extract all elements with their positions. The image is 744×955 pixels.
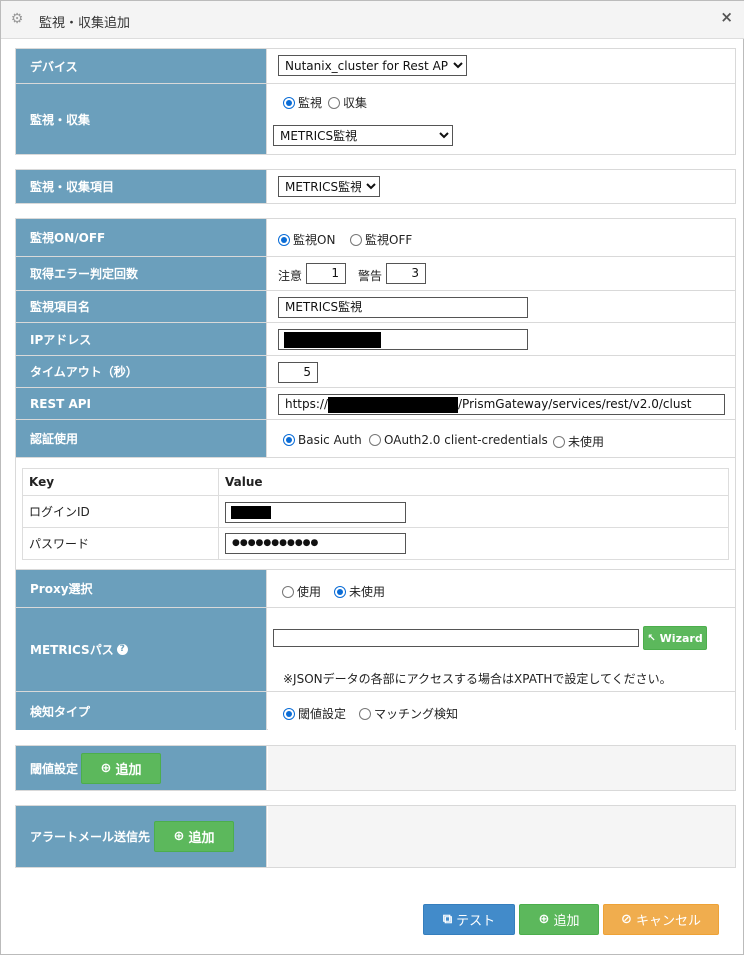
alert-mail-label: アラートメール送信先 ⊕ 追加 <box>16 806 267 867</box>
device-row: デバイス Nutanix_cluster for Rest API <box>16 49 735 84</box>
device-section: デバイス Nutanix_cluster for Rest API 監視・収集 … <box>15 48 736 155</box>
warning-label: 警告 <box>358 269 383 283</box>
device-label: デバイス <box>16 49 267 83</box>
table-row: ログインID <box>22 495 729 528</box>
test-button[interactable]: ⧉ テスト <box>423 904 515 935</box>
add-button[interactable]: ⊕ 追加 <box>519 904 599 935</box>
ban-icon: ⊘ <box>621 912 632 927</box>
radio-auth-none[interactable]: 未使用 <box>553 433 604 450</box>
error-count-row: 取得エラー判定回数 注意 1 警告 3 <box>16 257 735 291</box>
item-label: 監視・収集項目 <box>16 170 267 203</box>
alert-mail-section: アラートメール送信先 ⊕ 追加 <box>15 805 736 868</box>
wizard-button[interactable]: ↖ Wizard <box>643 626 707 650</box>
radio-threshold[interactable]: 閾値設定 <box>283 705 346 722</box>
radio-on[interactable]: 監視ON <box>278 231 335 248</box>
add-alert-mail-button[interactable]: ⊕ 追加 <box>154 821 234 852</box>
proxy-label: Proxy選択 <box>16 570 267 607</box>
redacted-login <box>231 506 271 519</box>
timeout-label: タイムアウト（秒） <box>16 356 267 387</box>
detect-type-label: 検知タイプ <box>16 692 267 730</box>
login-id-key: ログインID <box>22 495 219 528</box>
auth-label: 認証使用 <box>16 420 267 457</box>
credentials-row: Key Value ログインID パスワード ●●●●●●●●●●● <box>16 458 735 570</box>
add-threshold-button[interactable]: ⊕ 追加 <box>81 753 161 784</box>
item-name-input[interactable]: METRICS監視 <box>278 297 528 318</box>
item-row: 監視・収集項目 METRICS監視 <box>16 170 735 203</box>
monitor-type-select[interactable]: METRICS監視 <box>273 125 453 146</box>
metrics-path-note: ※JSONデータの各部にアクセスする場合はXPATHで設定してください。 <box>283 672 672 686</box>
redacted-host <box>328 396 459 413</box>
threshold-label: 閾値設定 ⊕ 追加 <box>16 746 267 790</box>
radio-matching[interactable]: マッチング検知 <box>359 705 458 722</box>
column-value: Value <box>218 468 729 496</box>
login-id-input[interactable] <box>225 502 406 523</box>
device-select[interactable]: Nutanix_cluster for Rest API <box>278 55 467 76</box>
proxy-row: Proxy選択 使用 未使用 <box>16 570 735 608</box>
question-circle-icon[interactable]: ? <box>116 644 128 655</box>
item-section: 監視・収集項目 METRICS監視 <box>15 169 736 204</box>
monitor-collect-row: 監視・収集 監視 収集 METRICS監視 <box>16 84 735 154</box>
settings-section: 監視ON/OFF 監視ON 監視OFF 取得エラー判定回数 注意 1 警告 3 … <box>15 218 736 730</box>
monitor-collect-label: 監視・収集 <box>16 84 267 154</box>
wand-icon: ↖ <box>647 632 656 644</box>
password-key: パスワード <box>22 527 219 560</box>
caution-label: 注意 <box>278 269 303 283</box>
auth-row: 認証使用 Basic Auth OAuth2.0 client-credenti… <box>16 420 735 458</box>
item-name-row: 監視項目名 METRICS監視 <box>16 291 735 323</box>
rest-api-row: REST API https:///PrismGateway/services/… <box>16 388 735 420</box>
sitemap-icon: ⧉ <box>442 912 453 927</box>
close-icon[interactable]: × <box>720 8 733 26</box>
radio-oauth[interactable]: OAuth2.0 client-credentials <box>369 433 548 447</box>
error-count-label: 取得エラー判定回数 <box>16 257 267 290</box>
plus-circle-icon: ⊕ <box>538 912 550 927</box>
radio-basic-auth[interactable]: Basic Auth <box>283 433 362 447</box>
onoff-row: 監視ON/OFF 監視ON 監視OFF <box>16 219 735 257</box>
ip-row: IPアドレス <box>16 323 735 356</box>
detect-type-row: 検知タイプ 閾値設定 マッチング検知 <box>16 692 735 730</box>
radio-proxy-use[interactable]: 使用 <box>282 583 321 600</box>
timeout-row: タイムアウト（秒） 5 <box>16 356 735 388</box>
dialog-titlebar: ⚙ 監視・収集追加 × <box>1 1 744 39</box>
radio-off[interactable]: 監視OFF <box>350 231 412 248</box>
ip-label: IPアドレス <box>16 323 267 355</box>
item-name-label: 監視項目名 <box>16 291 267 322</box>
timeout-input[interactable]: 5 <box>278 362 318 383</box>
ip-input[interactable] <box>278 329 528 350</box>
metrics-path-label: METRICSパス ? <box>16 608 267 691</box>
rest-api-input[interactable]: https:///PrismGateway/services/rest/v2.0… <box>278 394 725 415</box>
metrics-path-row: METRICSパス ? ↖ Wizard ※JSONデータの各部にアクセスする場合… <box>16 608 735 692</box>
metrics-path-input[interactable] <box>273 629 639 647</box>
alert-mail-row: アラートメール送信先 ⊕ 追加 <box>16 806 735 867</box>
radio-proxy-none[interactable]: 未使用 <box>334 583 385 600</box>
gear-icon: ⚙ <box>10 11 24 27</box>
radio-monitor[interactable]: 監視 <box>283 94 322 111</box>
plus-circle-icon: ⊕ <box>100 761 112 776</box>
item-select[interactable]: METRICS監視 <box>278 176 380 197</box>
dialog-title: 監視・収集追加 <box>39 16 131 31</box>
caution-input[interactable]: 1 <box>306 263 346 284</box>
table-row: パスワード ●●●●●●●●●●● <box>22 527 729 560</box>
redacted-ip <box>284 331 381 348</box>
threshold-row: 閾値設定 ⊕ 追加 <box>16 746 735 790</box>
plus-circle-icon: ⊕ <box>173 829 185 844</box>
threshold-section: 閾値設定 ⊕ 追加 <box>15 745 736 791</box>
column-key: Key <box>22 468 219 496</box>
password-input[interactable]: ●●●●●●●●●●● <box>225 533 406 554</box>
radio-collect[interactable]: 収集 <box>328 94 367 111</box>
cancel-button[interactable]: ⊘ キャンセル <box>603 904 719 935</box>
onoff-label: 監視ON/OFF <box>16 219 267 256</box>
warning-input[interactable]: 3 <box>386 263 426 284</box>
credentials-table: Key Value ログインID パスワード ●●●●●●●●●●● <box>22 468 729 560</box>
rest-api-label: REST API <box>16 388 267 419</box>
